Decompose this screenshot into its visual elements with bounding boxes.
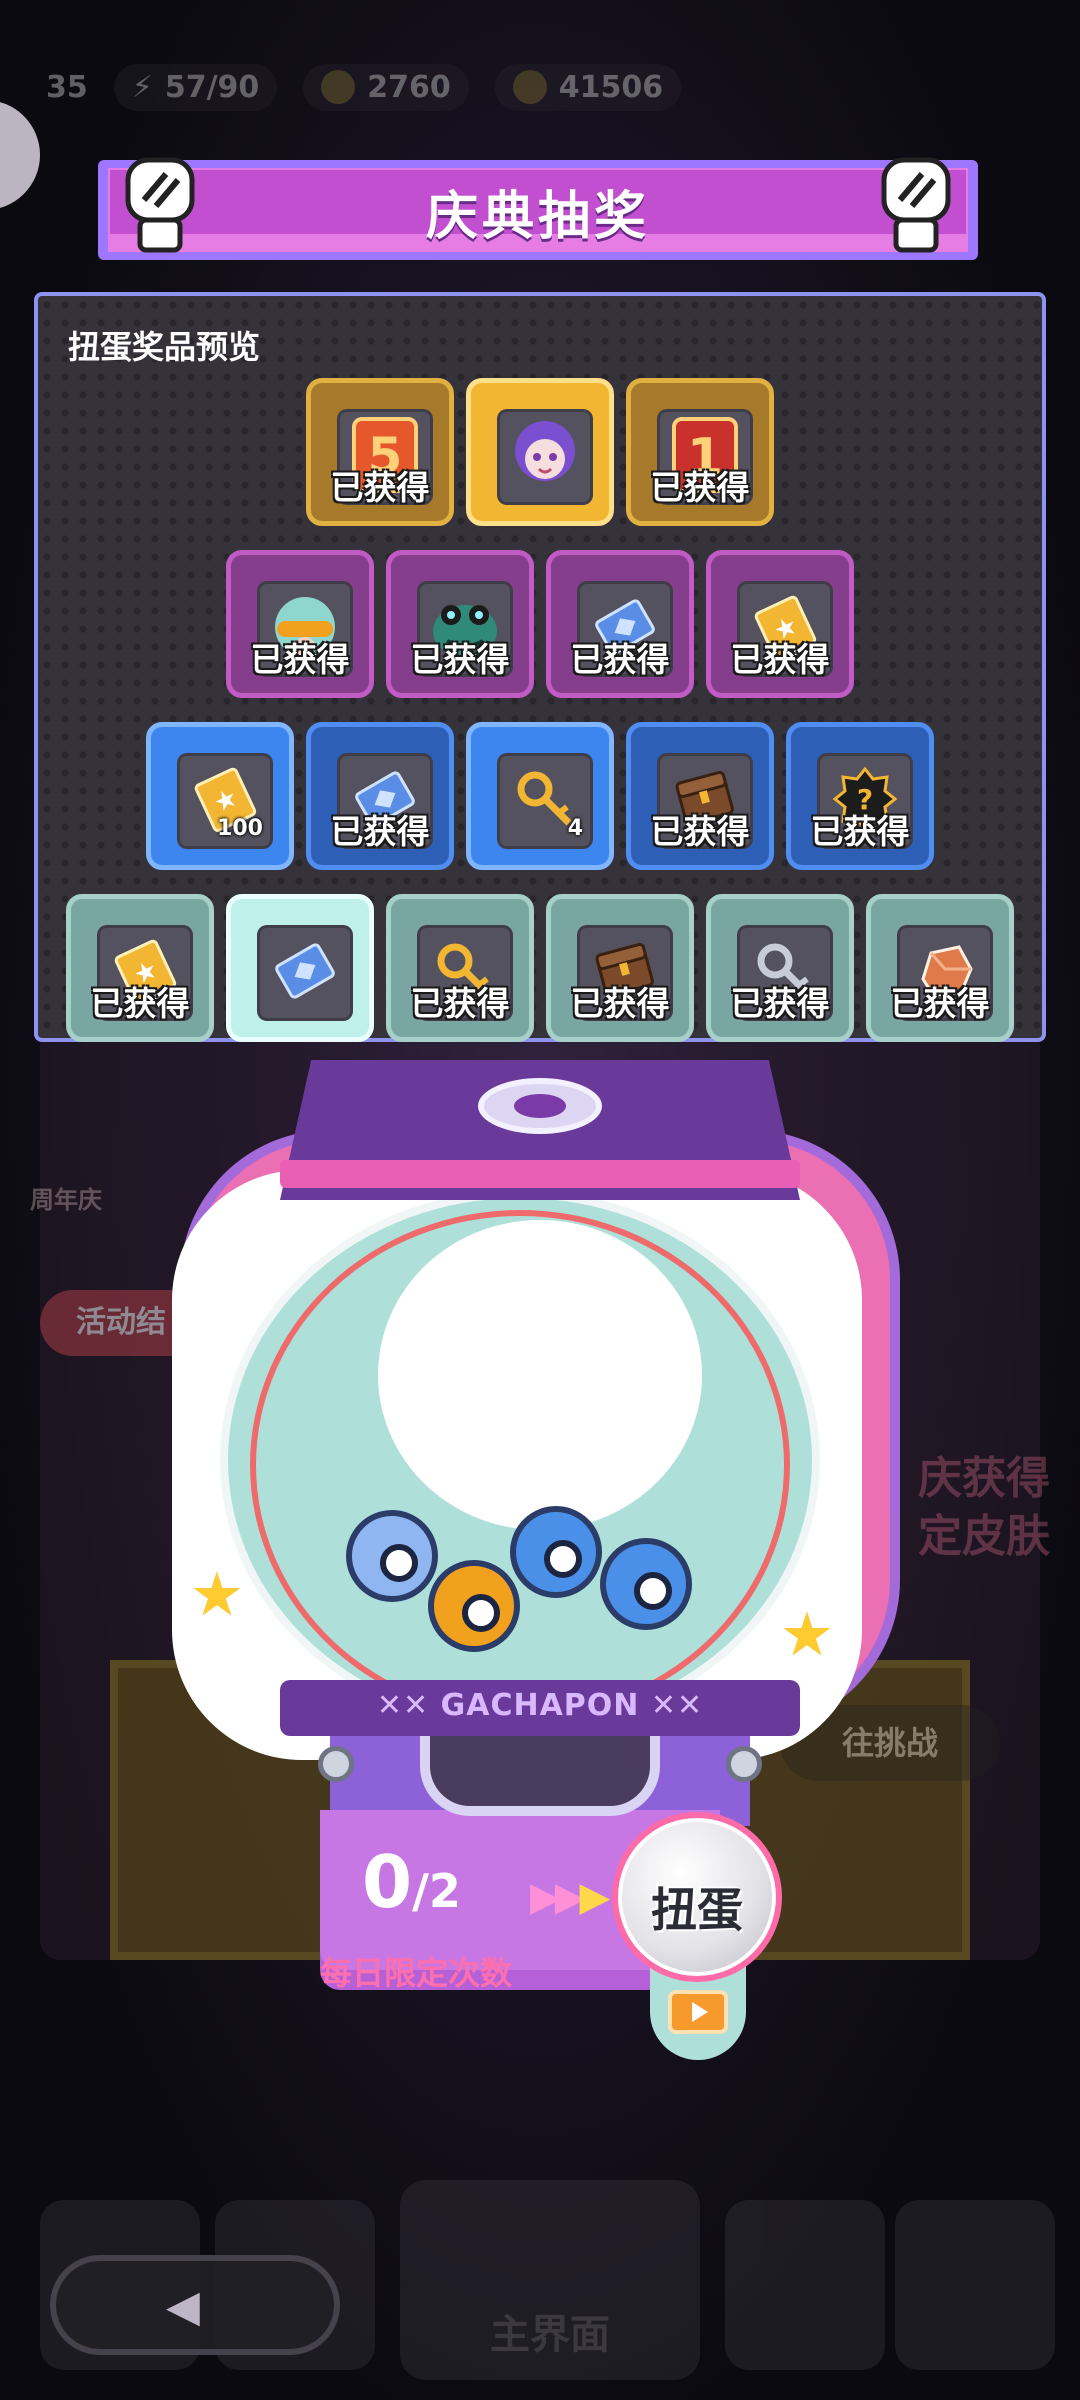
prize-quantity: 100 (217, 816, 263, 841)
daily-limit-label: 每日限定次数 (320, 1954, 513, 1992)
reward-line-2: 定皮肤 (918, 1511, 1050, 1562)
obtained-label: 已获得 (330, 468, 430, 507)
prize-tile[interactable]: 6 已获得 (626, 722, 774, 870)
gachapon-machine: ★ ★ ✦ 0/2 ▶▶▶ ✕✕ GACHAPON ✕✕ (160, 1060, 920, 2060)
prize-tile[interactable] (226, 894, 374, 1042)
sparkle-icon: ✦ (206, 1190, 265, 1272)
machine-lid-strip (280, 1160, 800, 1188)
prize-icon-well (257, 925, 353, 1021)
prize-tile[interactable]: ★ 50 已获得 (66, 894, 214, 1042)
bolt-icon (318, 1746, 354, 1782)
lamp-icon (881, 157, 951, 253)
gem-icon (321, 70, 356, 104)
obtained-label: 已获得 (730, 640, 830, 679)
obtained-label: 已获得 (650, 812, 750, 851)
nav-main: 主界面 (400, 2180, 700, 2380)
obtained-label: 已获得 (410, 640, 510, 679)
prize-tile[interactable]: 已获得 (226, 550, 374, 698)
back-arrow-icon: ◀ (166, 2281, 200, 2332)
level-label: 35 (46, 69, 88, 105)
character-portrait-icon (503, 413, 587, 501)
gachapon-plate-text: ✕✕ GACHAPON ✕✕ (376, 1688, 704, 1723)
obtained-label: 已获得 (570, 984, 670, 1023)
energy-value: 57/90 (164, 69, 260, 105)
prize-tile[interactable]: ★ 100 (146, 722, 294, 870)
gem-value: 2760 (367, 69, 451, 105)
star-icon: ★ (780, 1600, 834, 1670)
nav-main-label: 主界面 (490, 2312, 610, 2358)
prize-tile[interactable]: 3 已获得 (546, 894, 694, 1042)
prize-preview-panel: 扭蛋奖品预览 5 已获得 1 已获得 已获得 已获得 10 已获得 ★ 300 已获得 ★ 100 4 已获… (34, 292, 1046, 1042)
blue-ticket-icon (269, 935, 341, 1011)
lid-emblem-icon (478, 1078, 602, 1134)
prize-display-window (378, 1220, 702, 1530)
energy-counter: ⚡ 57/90 (113, 63, 278, 111)
capsule-ball (600, 1538, 692, 1630)
watch-ad-tv-icon[interactable] (668, 1990, 728, 2034)
prize-quantity: 4 (567, 816, 583, 841)
prize-tile[interactable]: ? 10 已获得 (786, 722, 934, 870)
panel-title: 扭蛋奖品预览 (68, 328, 261, 366)
background-anniversary-text: 周年庆 (30, 1186, 102, 1214)
capsule-ball (510, 1506, 602, 1598)
capsule-ball (428, 1560, 520, 1652)
obtained-label: 已获得 (410, 984, 510, 1023)
prize-tile[interactable]: 4 (466, 722, 614, 870)
coin-icon (512, 70, 547, 104)
obtained-label: 已获得 (90, 984, 190, 1023)
prize-tile[interactable]: 4 已获得 (306, 722, 454, 870)
prize-tile[interactable]: 1 已获得 (626, 378, 774, 526)
prize-tile[interactable]: 10 已获得 (866, 894, 1014, 1042)
spin-button[interactable]: 扭蛋 (612, 1812, 782, 1982)
energy-icon: ⚡ (131, 69, 153, 105)
reward-line-1: 庆获得 (918, 1453, 1050, 1504)
prize-tile[interactable]: 10 已获得 (706, 894, 854, 1042)
draw-count-total: /2 (412, 1864, 461, 1918)
close-popup-button[interactable]: ◀ (50, 2255, 340, 2355)
prize-tile[interactable]: 已获得 (386, 550, 534, 698)
gachapon-plate: ✕✕ GACHAPON ✕✕ (280, 1680, 800, 1736)
obtained-label: 已获得 (570, 640, 670, 679)
coin-value: 41506 (558, 69, 664, 105)
spin-button-label: 扭蛋 (651, 1883, 743, 1937)
obtained-label: 已获得 (250, 640, 350, 679)
arrows-icon: ▶▶▶ (530, 1874, 610, 1920)
obtained-label: 已获得 (330, 812, 430, 851)
title-banner: 庆典抽奖 (98, 157, 978, 260)
bolt-icon (726, 1746, 762, 1782)
prize-tile[interactable] (466, 378, 614, 526)
page-title: 庆典抽奖 (425, 187, 650, 247)
prize-tile[interactable]: 5 已获得 (306, 378, 454, 526)
capsule-ball (346, 1510, 438, 1602)
background-reward-text: 庆获得 定皮肤 (918, 1450, 1050, 1566)
gem-counter: 2760 (303, 63, 469, 111)
nav-item-5 (895, 2200, 1055, 2370)
prize-tile[interactable]: 已获得 (386, 894, 534, 1042)
draw-count-current: 0 (362, 1840, 413, 1924)
lamp-icon (125, 157, 195, 253)
obtained-label: 已获得 (730, 984, 830, 1023)
capsule-outlet (420, 1736, 660, 1816)
status-bar: 35 ⚡ 57/90 2760 41506 (0, 52, 1080, 122)
prize-icon-well (497, 409, 593, 505)
star-icon: ★ (190, 1560, 244, 1630)
obtained-label: 已获得 (810, 812, 910, 851)
prize-tile[interactable]: 10 已获得 (546, 550, 694, 698)
obtained-label: 已获得 (890, 984, 990, 1023)
draw-count: 0/2 (362, 1840, 461, 1924)
obtained-label: 已获得 (650, 468, 750, 507)
nav-item-4 (725, 2200, 885, 2370)
prize-tile[interactable]: ★ 300 已获得 (706, 550, 854, 698)
coin-counter: 41506 (494, 63, 682, 111)
